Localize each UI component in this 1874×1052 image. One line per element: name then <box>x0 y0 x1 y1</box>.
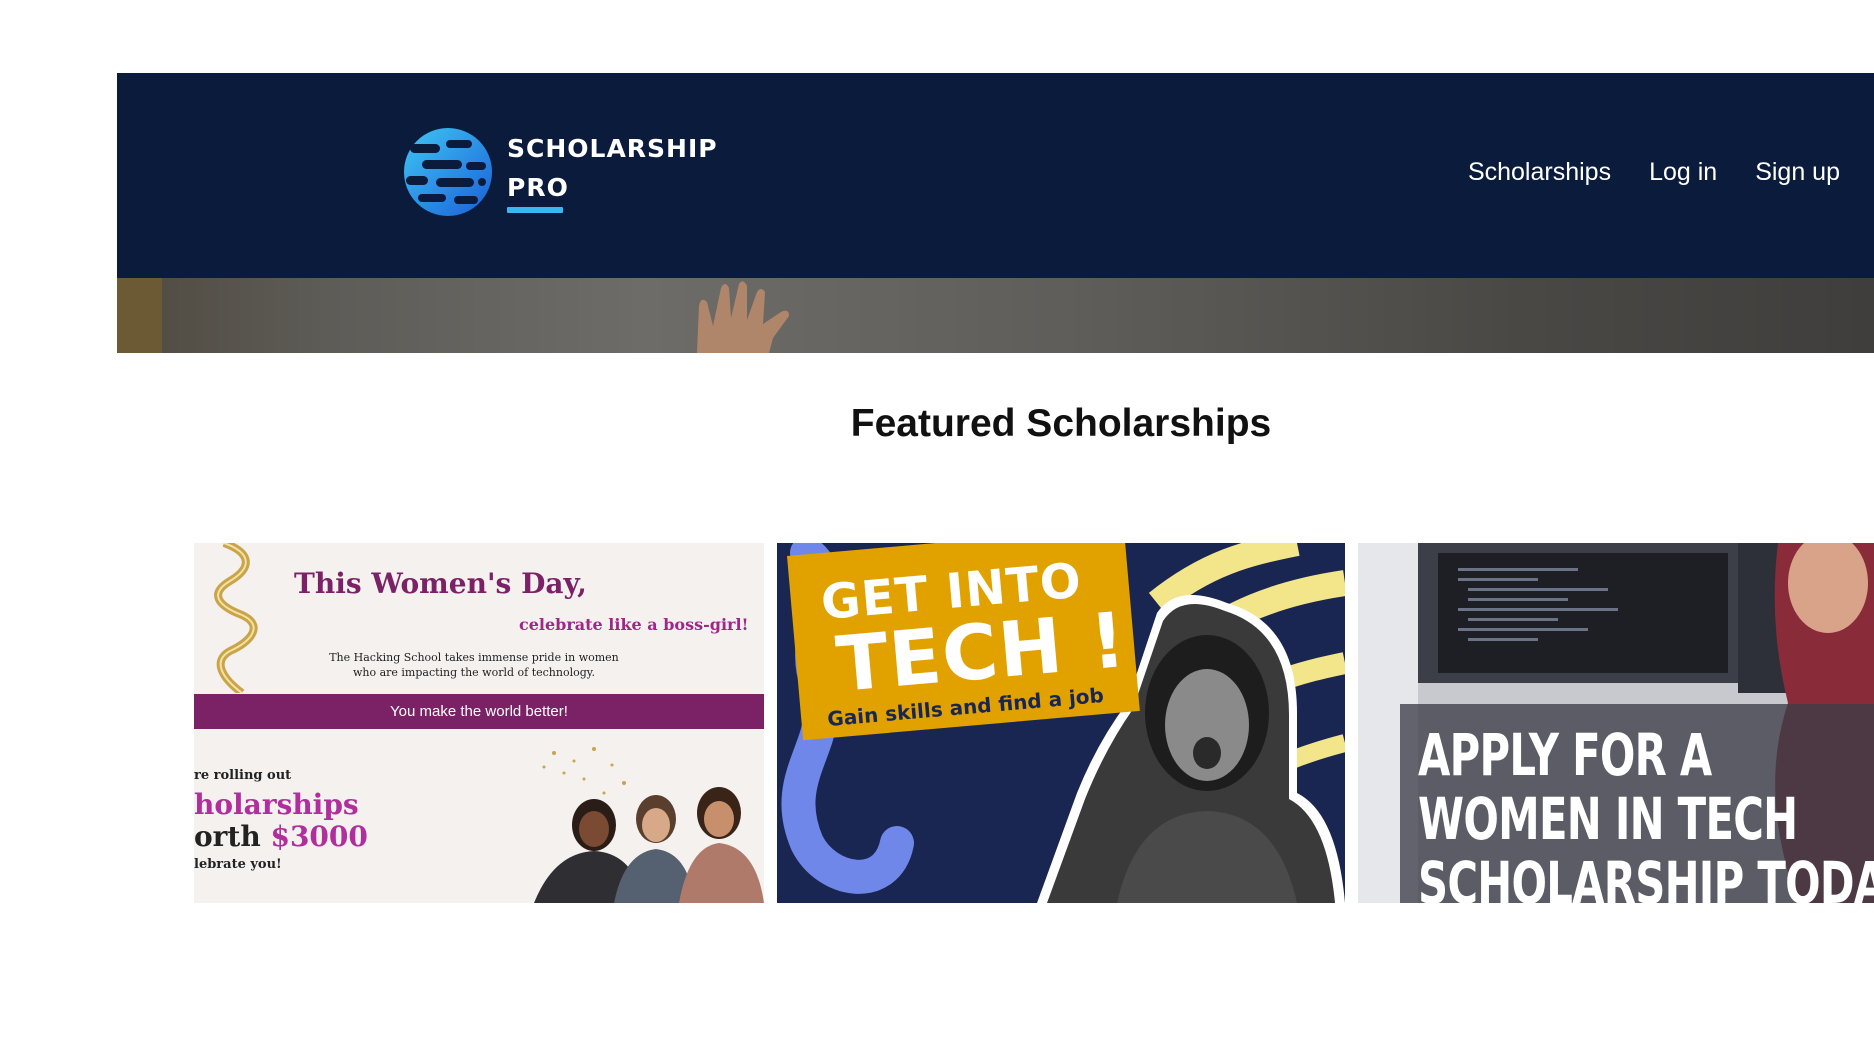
women-celebrating-photo <box>534 747 764 903</box>
logo-line-2: PRO <box>507 173 569 202</box>
section-title-text: Featured Scholarships <box>850 402 1272 445</box>
site-logo[interactable]: SCHOLARSHIP PRO <box>402 126 722 226</box>
site-header: SCHOLARSHIP PRO Scholarships Log in Sign… <box>117 73 1874 278</box>
logo-line-1: SCHOLARSHIP <box>507 134 718 163</box>
card1-body-line-2: who are impacting the world of technolog… <box>352 666 596 679</box>
globe-logo-icon <box>404 128 492 216</box>
card3-line-2: WOMEN IN TECH <box>1418 785 1798 853</box>
raised-hand-image <box>697 281 789 353</box>
gold-ribbon-decoration <box>214 543 258 693</box>
card1-line-c: orth $3000 <box>194 820 368 853</box>
card3-headline: APPLY FOR A WOMEN IN TECH SCHOLARSHIP TO… <box>1418 723 1874 903</box>
card1-amount: $3000 <box>270 820 368 853</box>
card1-line-b: holarships <box>194 788 359 821</box>
get-into-tech-label: GET INTO TECH ! Gain skills and find a j… <box>787 543 1141 755</box>
main-nav: Scholarships Log in Sign up <box>1468 158 1840 187</box>
hero-image <box>117 278 1874 353</box>
card1-title: This Women's Day, <box>294 567 587 600</box>
scholarship-card-women-in-tech[interactable]: APPLY FOR A WOMEN IN TECH SCHOLARSHIP TO… <box>1358 543 1874 903</box>
scholarship-card-womens-day[interactable]: This Women's Day, celebrate like a boss-… <box>194 543 764 903</box>
scholarship-card-get-into-tech[interactable]: GET INTO TECH ! Gain skills and find a j… <box>777 543 1345 903</box>
hero-image-left-detail <box>117 278 162 353</box>
nav-link-log-in[interactable]: Log in <box>1649 158 1717 187</box>
card3-line-1: APPLY FOR A <box>1418 721 1712 789</box>
card1-body-line-1: The Hacking School takes immense pride i… <box>329 651 619 664</box>
logo-underline <box>507 207 563 213</box>
card1-body: The Hacking School takes immense pride i… <box>324 650 624 680</box>
section-title: Featured Scholarships <box>0 402 1874 446</box>
card1-worth-text: orth <box>194 820 261 853</box>
card1-subtitle: celebrate like a boss-girl! <box>519 615 749 634</box>
card1-line-d: lebrate you! <box>194 857 282 872</box>
card1-line-a: re rolling out <box>194 768 292 783</box>
nav-link-scholarships[interactable]: Scholarships <box>1468 158 1611 187</box>
nav-link-sign-up[interactable]: Sign up <box>1755 158 1840 187</box>
card3-line-3: SCHOLARSHIP TODA <box>1418 849 1874 903</box>
card1-banner: You make the world better! <box>194 694 764 729</box>
